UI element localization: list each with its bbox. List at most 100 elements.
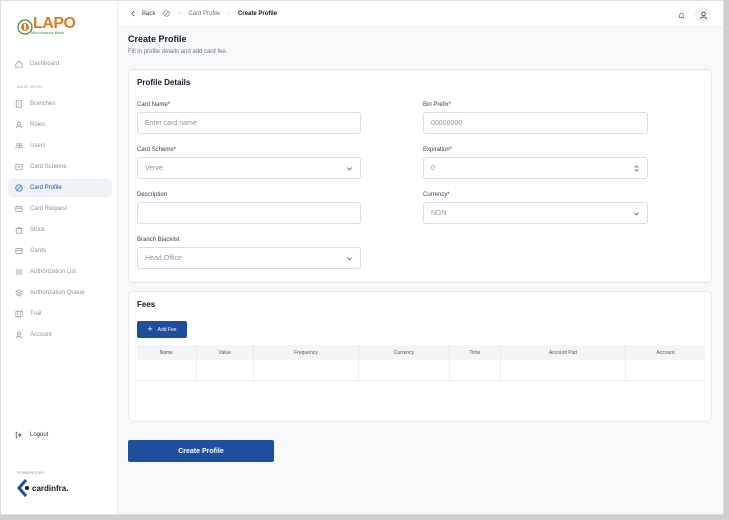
card-profile-icon bbox=[163, 10, 170, 17]
sidebar-item-trail[interactable]: Trail bbox=[8, 305, 112, 323]
currency-value: NGN bbox=[431, 209, 447, 217]
logout-button[interactable]: Logout bbox=[15, 431, 48, 439]
branch-blacklist-select[interactable]: Head Office bbox=[137, 247, 361, 269]
breadcrumb-separator-icon: › bbox=[228, 10, 231, 17]
table-cell bbox=[358, 360, 450, 381]
bin-prefix-input[interactable]: 00000000 bbox=[423, 112, 648, 134]
table-cell bbox=[196, 360, 254, 381]
sidebar: LAPO Microfinance Bank Dashboard MAIN ME… bbox=[1, 1, 118, 514]
card-scheme-value: Verve bbox=[145, 164, 163, 172]
sidebar-item-branches[interactable]: Branches bbox=[8, 95, 112, 113]
chevron-down-icon bbox=[347, 167, 352, 171]
sidebar-item-label: Dashboard bbox=[30, 61, 60, 67]
create-profile-button[interactable]: Create Profile bbox=[128, 440, 274, 462]
top-bar: Back › Card Profile › Create Profile bbox=[118, 1, 723, 27]
column-header-currency: Currency bbox=[358, 345, 450, 360]
home-icon bbox=[15, 60, 23, 68]
sidebar-item-dashboard[interactable]: Dashboard bbox=[8, 55, 112, 73]
card-scheme-select[interactable]: Verve bbox=[137, 157, 361, 179]
expiration-value: 0 bbox=[431, 164, 435, 172]
description-label: Description bbox=[137, 192, 168, 198]
sidebar-item-label: Stock bbox=[30, 227, 46, 233]
card-name-placeholder: Enter card name bbox=[145, 119, 197, 127]
list-icon bbox=[15, 269, 23, 275]
table-cell bbox=[137, 360, 197, 381]
bin-prefix-placeholder: 00000000 bbox=[431, 119, 463, 127]
users-icon bbox=[15, 143, 23, 149]
expiration-stepper[interactable]: 0 bbox=[423, 157, 648, 179]
card-request-icon bbox=[15, 206, 23, 212]
stock-icon bbox=[15, 226, 23, 234]
sidebar-item-roles[interactable]: Roles bbox=[8, 116, 112, 134]
user-icon bbox=[15, 121, 23, 129]
card-name-label: Card Name* bbox=[137, 102, 171, 108]
sidebar-item-card-scheme[interactable]: Card Scheme bbox=[8, 158, 112, 176]
breadcrumb-current: Create Profile bbox=[238, 10, 278, 17]
sidebar-item-label: Cards bbox=[30, 248, 47, 254]
column-header-account-pad: Account Pad bbox=[500, 345, 627, 360]
add-fee-button[interactable]: + Add Fee bbox=[137, 321, 187, 338]
page-title: Create Profile bbox=[128, 34, 187, 44]
top-icons bbox=[678, 7, 711, 23]
sidebar-item-account[interactable]: Account bbox=[8, 326, 112, 344]
queue-icon bbox=[15, 289, 23, 297]
table-cell bbox=[253, 360, 359, 381]
fees-table: Name Value Frequency Currency Time Accou… bbox=[137, 345, 705, 381]
card-profile-icon bbox=[15, 184, 23, 192]
expiration-label: Expiration* bbox=[423, 147, 453, 153]
sidebar-section-label: MAIN MENU bbox=[17, 84, 43, 89]
branch-blacklist-value: Head Office bbox=[145, 254, 182, 262]
column-header-frequency: Frequency bbox=[253, 345, 359, 360]
main-content: Create Profile Fill in profile details a… bbox=[118, 27, 723, 514]
card-scheme-label: Card Scheme* bbox=[137, 147, 177, 153]
table-cell bbox=[500, 360, 627, 381]
page-subtitle: Fill in profile details and add card fee… bbox=[128, 49, 228, 55]
back-button[interactable]: Back bbox=[130, 10, 155, 17]
description-input[interactable] bbox=[137, 202, 361, 224]
chevron-left-icon bbox=[131, 10, 135, 17]
breadcrumb-separator-icon: › bbox=[178, 10, 181, 17]
card-scheme-icon bbox=[15, 163, 23, 171]
logout-icon bbox=[15, 431, 22, 439]
bin-prefix-label: Bin Prefix* bbox=[423, 102, 452, 108]
currency-select[interactable]: NGN bbox=[423, 202, 648, 224]
sidebar-item-card-request[interactable]: Card Request bbox=[8, 200, 112, 218]
add-fee-label: Add Fee bbox=[157, 326, 177, 333]
avatar[interactable] bbox=[695, 7, 711, 23]
cards-icon bbox=[15, 248, 23, 254]
user-icon bbox=[699, 11, 707, 19]
sidebar-item-label: Card Profile bbox=[30, 185, 62, 191]
sidebar-item-label: Roles bbox=[30, 122, 46, 128]
powered-by-label: POWERED BY bbox=[17, 470, 45, 475]
card-name-input[interactable]: Enter card name bbox=[137, 112, 361, 134]
logo-subtitle: Microfinance Bank bbox=[31, 30, 64, 35]
sidebar-item-label: Authorization List bbox=[30, 269, 77, 275]
cardinfra-logo: cardinfra. bbox=[17, 479, 68, 497]
chevron-down-icon bbox=[634, 212, 639, 216]
bell-icon[interactable] bbox=[678, 12, 685, 19]
column-header-account: Account bbox=[625, 345, 705, 360]
column-header-time: Time bbox=[449, 345, 501, 360]
fees-title: Fees bbox=[137, 300, 156, 309]
sidebar-item-cards[interactable]: Cards bbox=[8, 242, 112, 260]
table-row bbox=[137, 360, 705, 381]
sidebar-item-label: Card Scheme bbox=[30, 164, 67, 170]
table-cell bbox=[625, 360, 705, 381]
chevron-down-icon bbox=[347, 257, 352, 261]
stepper-arrows-icon[interactable] bbox=[633, 165, 640, 172]
sidebar-item-label: Trail bbox=[30, 311, 42, 317]
column-header-name: Name bbox=[137, 345, 197, 360]
back-label: Back bbox=[142, 10, 156, 17]
sidebar-item-stock[interactable]: Stock bbox=[8, 221, 112, 239]
sidebar-item-authorization-queue[interactable]: Authorization Queue bbox=[8, 284, 112, 302]
sidebar-item-authorization-list[interactable]: Authorization List bbox=[8, 263, 112, 281]
logout-label: Logout bbox=[30, 432, 49, 438]
breadcrumb-parent-link[interactable]: Card Profile bbox=[188, 11, 220, 17]
sidebar-item-users[interactable]: Users bbox=[8, 137, 112, 155]
currency-label: Currency* bbox=[423, 192, 450, 198]
sidebar-item-label: Branches bbox=[30, 101, 56, 107]
app-window: LAPO Microfinance Bank Dashboard MAIN ME… bbox=[0, 0, 724, 515]
table-cell bbox=[449, 360, 501, 381]
cardinfra-logo-icon bbox=[17, 479, 29, 497]
sidebar-item-card-profile[interactable]: Card Profile bbox=[8, 179, 112, 197]
